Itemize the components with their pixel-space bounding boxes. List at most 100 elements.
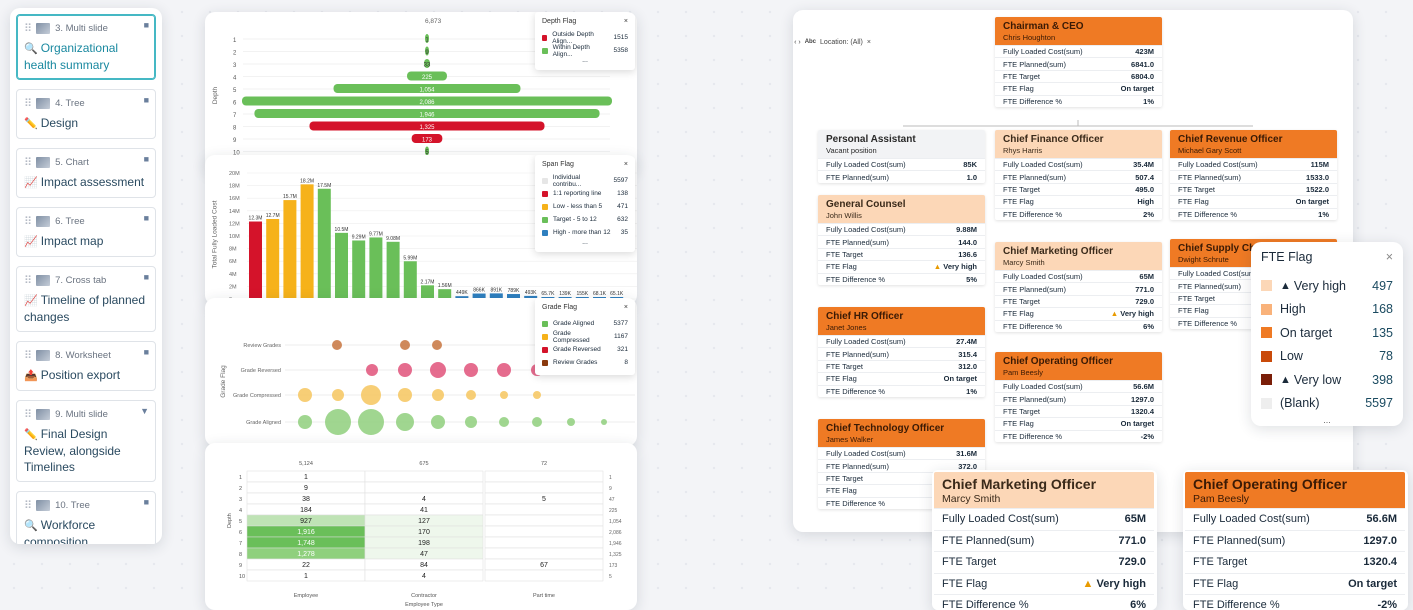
fte-flag-legend[interactable]: FTE Flag × ▲ Very high 497 High 168 On target 13… bbox=[1251, 242, 1403, 426]
slide-title[interactable]: ✏️ Design bbox=[24, 115, 148, 132]
drag-handle-icon[interactable]: ⠿ bbox=[24, 349, 32, 362]
crosstab-card[interactable]: 5,124 675 72 1 1 1 2 9 9 3 38 4 5 47 4 184 41 225 5 927 127 1… bbox=[205, 443, 637, 610]
legend-more[interactable]: ... bbox=[542, 239, 628, 246]
close-icon[interactable]: × bbox=[624, 18, 628, 25]
org-node-coo[interactable]: Chief Operating Officer Pam Beesly Fully L… bbox=[995, 352, 1162, 442]
sidebar-item-10[interactable]: ⠿ 10. Tree ■ 🔍 Workforce composition bbox=[16, 491, 156, 544]
slide-title[interactable]: 🔍 Workforce composition bbox=[24, 517, 148, 544]
org-node-cro[interactable]: Chief Revenue Officer Michael Gary Scott F… bbox=[1170, 130, 1337, 220]
drag-handle-icon[interactable]: ⠿ bbox=[24, 499, 32, 512]
legend-more[interactable]: ... bbox=[1261, 415, 1393, 425]
org-node-cmo[interactable]: Chief Marketing Officer Marcy Smith Fully … bbox=[995, 242, 1162, 332]
position-title: Chief Operating Officer bbox=[1193, 476, 1348, 492]
zoom-card-cmo[interactable]: Chief Marketing Officer Marcy Smith Fully … bbox=[932, 470, 1157, 610]
comment-icon[interactable]: ■ bbox=[144, 272, 149, 282]
filter-icon[interactable]: ▼ bbox=[140, 406, 149, 416]
sidebar-item-9[interactable]: ⠿ 9. Multi slide ▼ ✏️ Final Design Review, a… bbox=[16, 400, 156, 482]
legend-more[interactable]: ... bbox=[542, 57, 628, 64]
cell-value: 1,748 bbox=[297, 540, 315, 547]
comment-icon[interactable]: ■ bbox=[144, 497, 149, 507]
span-bar bbox=[266, 218, 280, 299]
legend-item[interactable]: Grade Reversed 321 bbox=[542, 343, 628, 356]
depth-chart-card[interactable]: 6,873 Depth 1 1 2 9 3 33 4 225 5 1,054 6 2,086 7 1,946 8… bbox=[205, 12, 637, 172]
sidebar-item-8[interactable]: ⠿ 8. Worksheet ■ 📤 Position export bbox=[16, 341, 156, 391]
org-node-cmo[interactable]: Chief Marketing Officer Marcy Smith Fully … bbox=[934, 472, 1154, 610]
metric-label: FTE Planned(sum) bbox=[1003, 394, 1066, 404]
org-node-ceo[interactable]: Chairman & CEO Chris Houghton Fully Loaded… bbox=[995, 17, 1162, 107]
employee-name: Janet Jones bbox=[826, 323, 867, 332]
grade-chart-card[interactable]: Grade Flag Review Grades Grade Reversed Gra… bbox=[205, 298, 637, 446]
metric-value: 1.0 bbox=[967, 173, 977, 182]
warning-icon: ▲ bbox=[1110, 309, 1121, 319]
legend-item[interactable]: Target - 5 to 12 632 bbox=[542, 213, 628, 226]
filter-icon[interactable]: ■ bbox=[144, 347, 149, 357]
chart-legend[interactable]: Grade Flag × Grade Aligned 5377 Grade Compre… bbox=[535, 298, 635, 375]
legend-item[interactable]: Grade Compressed 1167 bbox=[542, 330, 628, 344]
slide-title[interactable]: 🔍 Organizational health summary bbox=[24, 40, 148, 73]
slide-title[interactable]: ✏️ Final Design Review, alongside Timelin… bbox=[24, 426, 148, 475]
metric-label: Fully Loaded Cost(sum) bbox=[826, 449, 906, 459]
chart-legend[interactable]: Depth Flag × Outside Depth Align... 1515 Wit… bbox=[535, 12, 635, 70]
drag-handle-icon[interactable]: ⠿ bbox=[24, 22, 32, 35]
metric-value-text: 9.88M bbox=[956, 225, 977, 235]
org-node-cfo[interactable]: Chief Finance Officer Rhys Harris Fully Lo… bbox=[995, 130, 1162, 220]
legend-label: High - more than 12 bbox=[553, 229, 611, 236]
legend-item[interactable]: Outside Depth Align... 1515 bbox=[542, 31, 628, 45]
comment-icon[interactable]: ■ bbox=[144, 95, 149, 105]
org-node-hr[interactable]: Chief HR Officer Janet Jones Fully Loaded … bbox=[818, 307, 985, 397]
slide-title[interactable]: 📤 Position export bbox=[24, 367, 148, 384]
metric-value-text: 144.0 bbox=[958, 237, 977, 247]
metric-row: FTE Difference % 1% bbox=[1170, 207, 1337, 220]
drag-handle-icon[interactable]: ⠿ bbox=[24, 408, 32, 421]
sidebar-item-3[interactable]: ⠿ 3. Multi slide ■ 🔍 Organizational health s… bbox=[16, 14, 156, 80]
fte-flag-item[interactable]: Low 78 bbox=[1261, 345, 1393, 369]
legend-item[interactable]: Grade Aligned 5377 bbox=[542, 317, 628, 330]
chart-legend[interactable]: Span Flag × Individual contribu... 5597 1:1 … bbox=[535, 155, 635, 252]
close-icon[interactable]: × bbox=[624, 304, 628, 311]
legend-item[interactable]: Low - less than 5 471 bbox=[542, 200, 628, 213]
metric-label: FTE Difference % bbox=[1003, 209, 1063, 219]
legend-item[interactable]: Within Depth Align... 5358 bbox=[542, 43, 628, 58]
close-icon[interactable]: × bbox=[1386, 250, 1393, 264]
comment-icon[interactable]: ■ bbox=[144, 154, 149, 164]
fte-flag-item[interactable]: ▲ Very low 398 bbox=[1261, 368, 1393, 392]
metric-value: 1297.0 bbox=[1363, 535, 1397, 547]
slide-title[interactable]: 📈 Impact map bbox=[24, 233, 148, 250]
close-icon[interactable]: × bbox=[624, 161, 628, 168]
metric-row: FTE Flag ▲ Very high bbox=[934, 572, 1154, 595]
metric-row: FTE Target 495.0 bbox=[995, 182, 1162, 195]
drag-handle-icon[interactable]: ⠿ bbox=[24, 156, 32, 169]
zoom-card-coo[interactable]: Chief Operating Officer Pam Beesly Fully L… bbox=[1183, 470, 1408, 610]
fte-flag-item[interactable]: On target 135 bbox=[1261, 321, 1393, 345]
fte-flag-item[interactable]: (Blank) 5597 bbox=[1261, 392, 1393, 416]
cell-value: 927 bbox=[300, 518, 312, 525]
grade-bubble bbox=[396, 413, 414, 431]
row-total: 1,325 bbox=[609, 552, 622, 558]
legend-item[interactable]: High - more than 12 35 bbox=[542, 226, 628, 239]
drag-handle-icon[interactable]: ⠿ bbox=[24, 97, 32, 110]
span-chart-card[interactable]: Total Fully Loaded Cost 20M 18M 16M 14M 12M 10… bbox=[205, 155, 637, 305]
metric-value: 6% bbox=[1130, 599, 1146, 610]
slide-title[interactable]: 📈 Timeline of planned changes bbox=[24, 292, 148, 325]
fte-flag-item[interactable]: High 168 bbox=[1261, 298, 1393, 322]
legend-swatch bbox=[542, 333, 548, 340]
org-node-pa[interactable]: Personal Assistant Vacant position Fully L… bbox=[818, 130, 985, 183]
org-node-coo[interactable]: Chief Operating Officer Pam Beesly Fully L… bbox=[1185, 472, 1405, 610]
sidebar-item-7[interactable]: ⠿ 7. Cross tab ■ 📈 Timeline of planned chang… bbox=[16, 266, 156, 332]
fte-flag-item[interactable]: ▲ Very high 497 bbox=[1261, 274, 1393, 298]
org-node-gc[interactable]: General Counsel John Willis Fully Loaded C… bbox=[818, 195, 985, 285]
bar-value-label: 12.7M bbox=[266, 213, 280, 219]
y-tick: 6M bbox=[229, 259, 237, 265]
sidebar-item-6[interactable]: ⠿ 6. Tree ■ 📈 Impact map bbox=[16, 207, 156, 257]
sidebar-item-4[interactable]: ⠿ 4. Tree ■ ✏️ Design bbox=[16, 89, 156, 139]
legend-item[interactable]: Review Grades 8 bbox=[542, 356, 628, 369]
slide-title[interactable]: 📈 Impact assessment bbox=[24, 174, 148, 191]
legend-label: Within Depth Align... bbox=[552, 43, 590, 58]
legend-item[interactable]: Individual contribu... 5597 bbox=[542, 174, 628, 188]
legend-item[interactable]: 1:1 reporting line 138 bbox=[542, 187, 628, 200]
sidebar-item-5[interactable]: ⠿ 5. Chart ■ 📈 Impact assessment bbox=[16, 148, 156, 198]
drag-handle-icon[interactable]: ⠿ bbox=[24, 274, 32, 287]
comment-icon[interactable]: ■ bbox=[144, 20, 149, 30]
comment-icon[interactable]: ■ bbox=[144, 213, 149, 223]
drag-handle-icon[interactable]: ⠿ bbox=[24, 215, 32, 228]
